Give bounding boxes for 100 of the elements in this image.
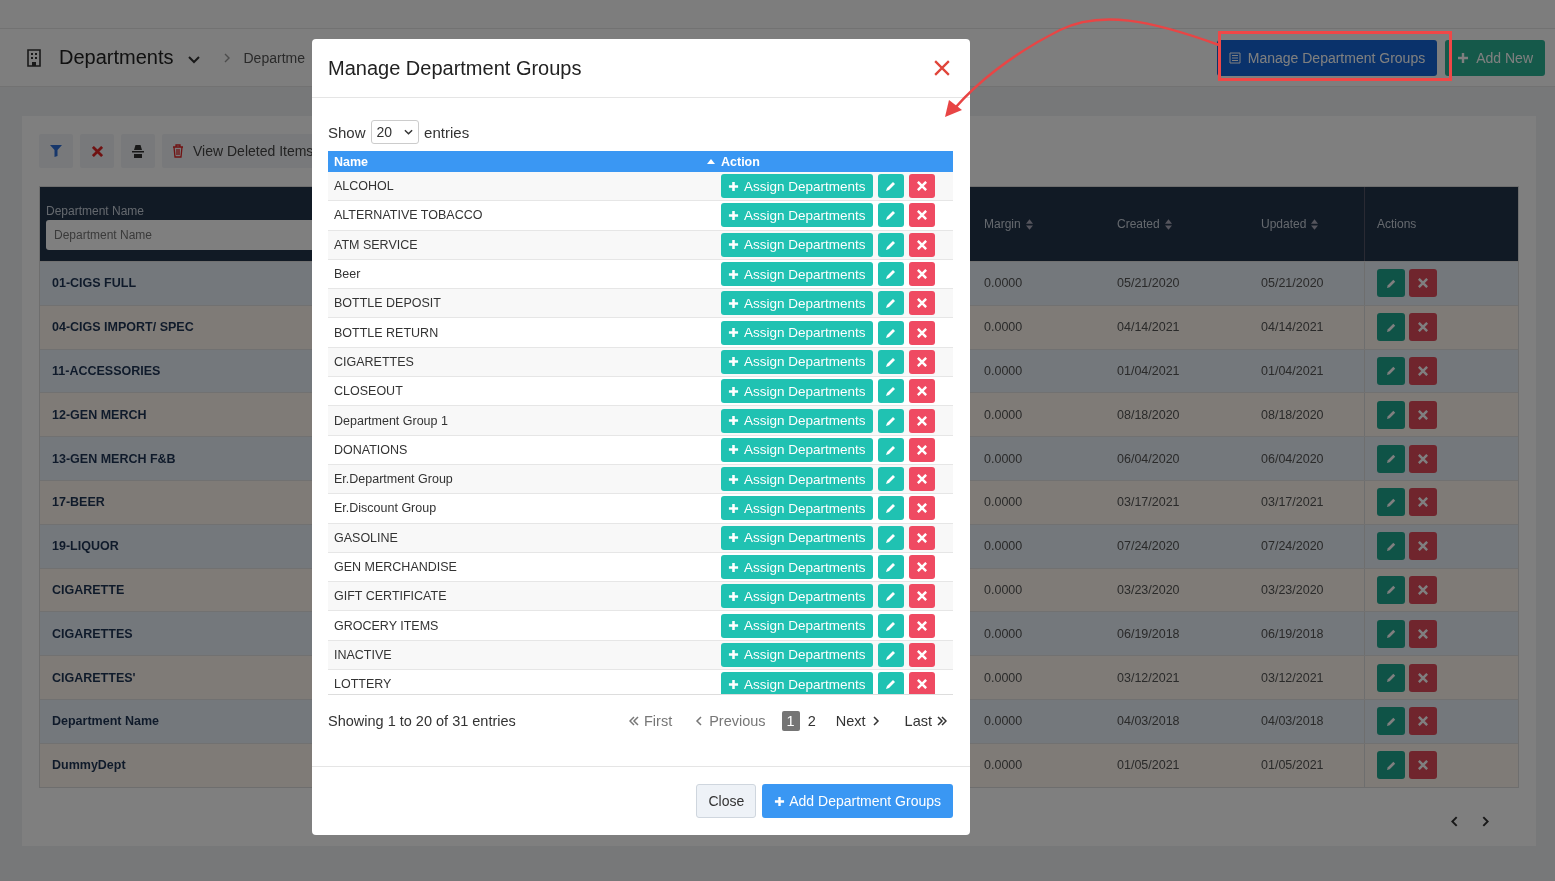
- delete-button[interactable]: [908, 584, 935, 609]
- edit-button[interactable]: [1377, 751, 1405, 780]
- edit-button[interactable]: [877, 349, 904, 374]
- edit-button[interactable]: [1377, 575, 1405, 604]
- close-button[interactable]: [934, 60, 950, 76]
- delete-button[interactable]: [1409, 532, 1437, 561]
- delete-button[interactable]: [908, 613, 935, 638]
- assign-departments-button[interactable]: Assign Departments: [721, 291, 873, 316]
- delete-button[interactable]: [908, 262, 935, 287]
- clear-filter-button[interactable]: [80, 134, 114, 168]
- edit-button[interactable]: [877, 672, 904, 694]
- department-name[interactable]: CIGARETTES': [52, 670, 136, 685]
- assign-departments-button[interactable]: Assign Departments: [721, 349, 873, 374]
- delete-button[interactable]: [1409, 357, 1437, 385]
- edit-button[interactable]: [1377, 269, 1405, 298]
- chevron-down-icon[interactable]: [187, 55, 200, 64]
- delete-button[interactable]: [908, 642, 935, 667]
- assign-departments-button[interactable]: Assign Departments: [721, 379, 873, 404]
- assign-departments-button[interactable]: Assign Departments: [721, 525, 873, 550]
- close-button[interactable]: Close: [696, 784, 757, 818]
- department-name[interactable]: DummyDept: [52, 758, 126, 773]
- assign-departments-button[interactable]: Assign Departments: [721, 203, 873, 228]
- manage-groups-button[interactable]: Manage Department Groups: [1216, 39, 1438, 76]
- edit-button[interactable]: [1377, 313, 1405, 342]
- assign-departments-button[interactable]: Assign Departments: [721, 584, 873, 609]
- edit-button[interactable]: [1377, 619, 1405, 648]
- delete-button[interactable]: [1409, 400, 1437, 429]
- edit-button[interactable]: [877, 467, 904, 492]
- edit-button[interactable]: [1377, 444, 1405, 473]
- delete-button[interactable]: [1409, 751, 1437, 780]
- delete-button[interactable]: [908, 379, 935, 404]
- assign-departments-button[interactable]: Assign Departments: [721, 642, 873, 667]
- assign-departments-button[interactable]: Assign Departments: [721, 672, 873, 694]
- name-column-header[interactable]: Name: [328, 154, 721, 169]
- edit-button[interactable]: [877, 555, 904, 579]
- edit-button[interactable]: [1377, 532, 1405, 561]
- edit-button[interactable]: [877, 320, 904, 345]
- assign-departments-button[interactable]: Assign Departments: [721, 320, 873, 345]
- edit-button[interactable]: [877, 437, 904, 462]
- department-name[interactable]: 17-BEER: [52, 495, 105, 510]
- delete-button[interactable]: [908, 437, 935, 462]
- delete-button[interactable]: [908, 467, 935, 492]
- delete-button[interactable]: [1409, 269, 1437, 298]
- delete-button[interactable]: [908, 672, 935, 694]
- delete-button[interactable]: [1409, 444, 1437, 473]
- delete-button[interactable]: [1409, 707, 1437, 736]
- delete-button[interactable]: [908, 203, 935, 228]
- delete-button[interactable]: [908, 349, 935, 374]
- next-page-button[interactable]: Next: [829, 711, 887, 731]
- edit-button[interactable]: [1377, 400, 1405, 429]
- edit-button[interactable]: [877, 408, 904, 433]
- assign-departments-button[interactable]: Assign Departments: [721, 408, 873, 433]
- delete-button[interactable]: [1409, 575, 1437, 604]
- filter-button[interactable]: [39, 134, 73, 168]
- page-button[interactable]: 1: [781, 711, 800, 731]
- edit-button[interactable]: [877, 525, 904, 550]
- edit-button[interactable]: [1377, 707, 1405, 736]
- page-button[interactable]: 2: [801, 711, 822, 731]
- delete-button[interactable]: [908, 232, 935, 257]
- sortable-header[interactable]: Updated: [1261, 217, 1319, 231]
- edit-button[interactable]: [877, 291, 904, 316]
- edit-button[interactable]: [1377, 663, 1405, 692]
- department-name[interactable]: CIGARETTES: [52, 626, 133, 641]
- assign-departments-button[interactable]: Assign Departments: [721, 467, 873, 492]
- delete-button[interactable]: [908, 408, 935, 433]
- edit-button[interactable]: [877, 379, 904, 404]
- department-name[interactable]: 11-ACCESSORIES: [52, 364, 161, 378]
- department-name[interactable]: 01-CIGS FULL: [52, 276, 137, 291]
- edit-button[interactable]: [877, 642, 904, 667]
- delete-button[interactable]: [908, 320, 935, 345]
- department-name[interactable]: Department Name: [52, 714, 159, 729]
- next-page-icon[interactable]: [1482, 815, 1489, 827]
- delete-button[interactable]: [1409, 663, 1437, 692]
- assign-departments-button[interactable]: Assign Departments: [721, 174, 873, 199]
- edit-button[interactable]: [877, 232, 904, 257]
- edit-button[interactable]: [1377, 488, 1405, 517]
- edit-button[interactable]: [877, 613, 904, 638]
- assign-departments-button[interactable]: Assign Departments: [721, 613, 873, 638]
- delete-button[interactable]: [908, 525, 935, 550]
- department-name[interactable]: 12-GEN MERCH: [52, 407, 147, 422]
- delete-button[interactable]: [908, 174, 935, 199]
- add-department-groups-button[interactable]: Add Department Groups: [762, 784, 953, 818]
- assign-departments-button[interactable]: Assign Departments: [721, 232, 873, 257]
- edit-button[interactable]: [877, 203, 904, 228]
- delete-button[interactable]: [908, 291, 935, 316]
- last-page-button[interactable]: Last: [898, 711, 953, 731]
- assign-departments-button[interactable]: Assign Departments: [721, 555, 873, 579]
- page-size-select[interactable]: 20: [370, 120, 420, 144]
- assign-departments-button[interactable]: Assign Departments: [721, 437, 873, 462]
- department-name[interactable]: CIGARETTE: [52, 582, 125, 597]
- assign-departments-button[interactable]: Assign Departments: [721, 496, 873, 521]
- delete-button[interactable]: [908, 555, 935, 579]
- department-name[interactable]: 19-LIQUOR: [52, 539, 119, 554]
- sortable-header[interactable]: Created: [1117, 217, 1172, 231]
- sortable-header[interactable]: Margin: [984, 217, 1033, 231]
- delete-button[interactable]: [908, 496, 935, 521]
- delete-button[interactable]: [1409, 619, 1437, 648]
- edit-button[interactable]: [877, 262, 904, 287]
- department-name[interactable]: 13-GEN MERCH F&B: [52, 451, 176, 466]
- edit-button[interactable]: [877, 584, 904, 609]
